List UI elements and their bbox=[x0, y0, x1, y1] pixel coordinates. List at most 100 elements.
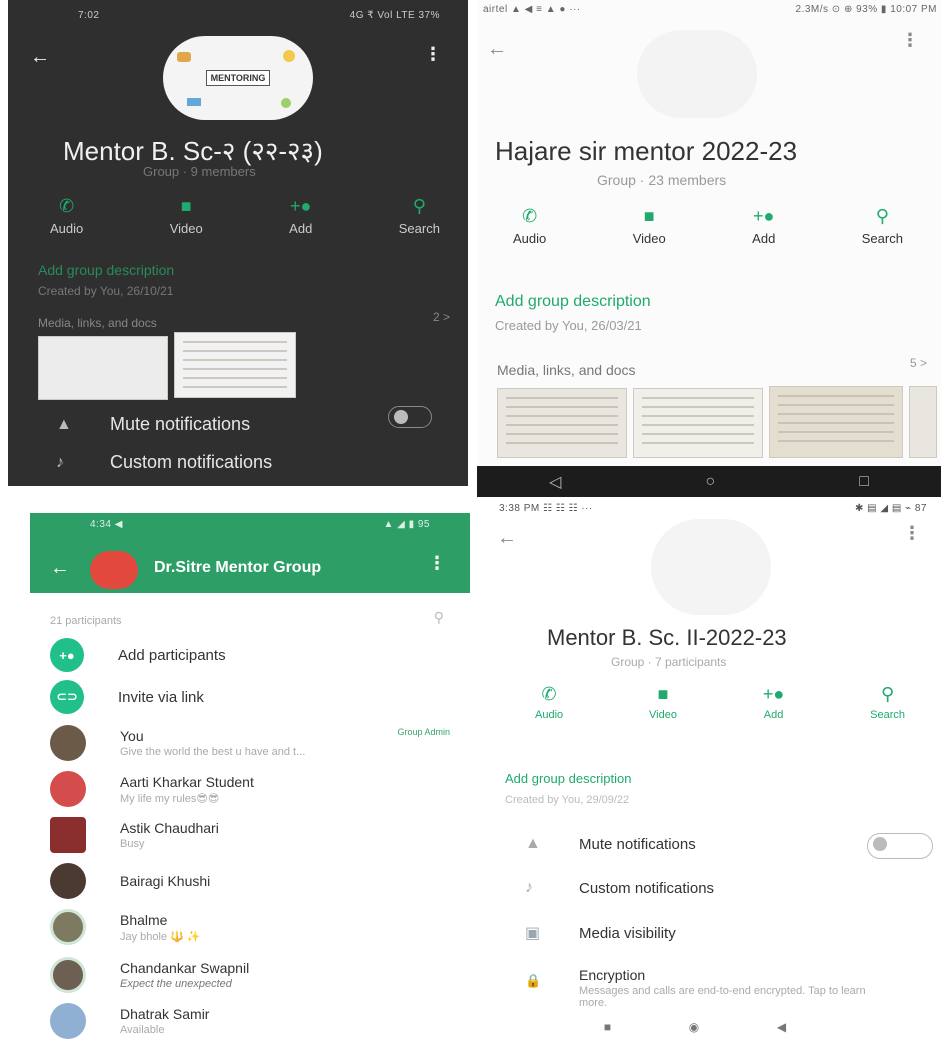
nav-recents-icon[interactable]: ■ bbox=[604, 1020, 611, 1034]
kebab-menu-icon[interactable]: ⋮ bbox=[903, 523, 921, 544]
android-nav-bar: ◁ ○ □ bbox=[477, 466, 941, 497]
invite-link-row[interactable]: ⊂⊃ Invite via link bbox=[50, 677, 450, 717]
video-call-button[interactable]: ■ Video bbox=[633, 205, 666, 247]
media-thumbnail[interactable] bbox=[909, 386, 937, 458]
search-icon: ⚲ bbox=[412, 195, 426, 216]
media-thumbnail[interactable] bbox=[38, 336, 168, 400]
participant-row[interactable]: Chandankar Swapnil Expect the unexpected bbox=[50, 955, 450, 995]
participant-row[interactable]: You Give the world the best u have and t.… bbox=[50, 723, 450, 763]
back-arrow-icon[interactable]: ← bbox=[487, 38, 507, 61]
status-left: airtel ▲ ◀ ≡ ▲ ● ··· bbox=[483, 4, 581, 15]
avatar[interactable] bbox=[50, 1003, 86, 1039]
nav-recents-icon[interactable]: □ bbox=[859, 473, 869, 491]
bell-icon: ▲ bbox=[56, 415, 72, 433]
group-subtitle: Group · 23 members bbox=[597, 172, 727, 188]
add-member-button[interactable]: +● Add bbox=[752, 205, 775, 247]
avatar[interactable] bbox=[50, 863, 86, 899]
participant-row[interactable]: Dhatrak Samir Available bbox=[50, 1001, 450, 1041]
media-thumbnail[interactable] bbox=[497, 388, 627, 458]
media-count[interactable]: 2 > bbox=[433, 310, 450, 324]
kebab-menu-icon[interactable]: ⋮ bbox=[901, 30, 919, 51]
created-by: Created by You, 26/03/21 bbox=[495, 318, 642, 333]
nav-back-icon[interactable]: ◀ bbox=[777, 1020, 786, 1034]
nav-back-icon[interactable]: ◁ bbox=[549, 472, 561, 492]
back-arrow-icon[interactable]: ← bbox=[50, 557, 70, 580]
mute-toggle[interactable] bbox=[388, 406, 432, 428]
search-button[interactable]: ⚲ Search bbox=[399, 195, 440, 237]
avatar[interactable] bbox=[50, 725, 86, 761]
back-arrow-icon[interactable]: ← bbox=[497, 527, 517, 550]
music-note-icon: ♪ bbox=[525, 879, 533, 896]
custom-notifications-row[interactable]: ♪ Custom notifications bbox=[525, 879, 845, 897]
group-avatar[interactable] bbox=[90, 551, 138, 589]
created-by: Created by You, 29/09/22 bbox=[505, 794, 630, 806]
encryption-row[interactable]: 🔒 Encryption Messages and calls are end-… bbox=[525, 967, 905, 1009]
status-right: 2.3M/s ⊙ ⊕ 93% ▮ 10:07 PM bbox=[795, 4, 937, 15]
audio-call-button[interactable]: ✆ Audio bbox=[535, 683, 563, 722]
media-thumbnail[interactable] bbox=[633, 388, 763, 458]
add-participants-row[interactable]: +● Add participants bbox=[50, 635, 450, 675]
video-icon: ■ bbox=[643, 205, 655, 226]
participant-row[interactable]: Bairagi Khushi bbox=[50, 861, 450, 901]
action-bar: ✆ Audio ■ Video +● Add ⚲ Search bbox=[535, 683, 905, 722]
mute-toggle[interactable] bbox=[867, 833, 933, 859]
search-icon: ⚲ bbox=[875, 205, 889, 226]
group-info-panel-dark: 7:02 4G ₹ Vol LTE 37% ← ⋮ MENTORING Ment… bbox=[8, 0, 468, 486]
back-arrow-icon[interactable]: ← bbox=[30, 46, 50, 69]
custom-notifications-row[interactable]: ♪ Custom notifications bbox=[56, 452, 436, 473]
media-visibility-row[interactable]: ▣ Media visibility bbox=[525, 923, 845, 943]
media-section-label: Media, links, and docs bbox=[38, 316, 157, 330]
media-thumbnail[interactable] bbox=[174, 332, 296, 398]
group-title: Mentor B. Sc. II-2022-23 bbox=[547, 625, 787, 650]
video-call-button[interactable]: ■ Video bbox=[170, 195, 203, 237]
group-info-panel-light-2: 3:38 PM ☷ ☷ ☷ ··· ✱ ▤ ◢ ▤ ⌁ 87 ← ⋮ Mento… bbox=[485, 497, 941, 1044]
video-icon: ■ bbox=[180, 195, 192, 216]
group-subtitle: Group · 9 members bbox=[143, 164, 256, 179]
video-icon: ■ bbox=[657, 683, 669, 704]
status-left: 4:34 ◀ bbox=[90, 519, 123, 530]
media-count[interactable]: 5 > bbox=[910, 356, 927, 370]
status-right: ✱ ▤ ◢ ▤ ⌁ 87 bbox=[854, 503, 927, 514]
nav-home-icon[interactable]: ○ bbox=[705, 473, 715, 491]
mute-notifications-row[interactable]: ▲ Mute notifications bbox=[56, 414, 436, 435]
group-subtitle: Group · 7 participants bbox=[611, 655, 727, 669]
search-icon: ⚲ bbox=[880, 683, 895, 704]
participant-row[interactable]: Aarti Kharkar Student My life my rules😎😎 bbox=[50, 769, 450, 809]
add-description-link[interactable]: Add group description bbox=[495, 293, 651, 311]
lock-icon: 🔒 bbox=[525, 973, 542, 988]
group-title: Hajare sir mentor 2022-23 bbox=[495, 136, 798, 166]
group-info-panel-light: airtel ▲ ◀ ≡ ▲ ● ··· 2.3M/s ⊙ ⊕ 93% ▮ 10… bbox=[477, 0, 941, 497]
add-user-icon: +● bbox=[290, 195, 312, 216]
audio-call-button[interactable]: ✆ Audio bbox=[513, 205, 546, 247]
kebab-menu-icon[interactable]: ⋮ bbox=[428, 553, 446, 574]
avatar[interactable] bbox=[50, 909, 86, 945]
participant-row[interactable]: Astik Chaudhari Busy bbox=[50, 815, 450, 855]
phone-icon: ✆ bbox=[59, 195, 75, 216]
add-member-button[interactable]: +● Add bbox=[762, 683, 785, 722]
avatar[interactable] bbox=[50, 771, 86, 807]
avatar[interactable] bbox=[50, 957, 86, 993]
search-button[interactable]: ⚲ Search bbox=[862, 205, 903, 247]
add-description-link[interactable]: Add group description bbox=[38, 262, 174, 278]
mute-notifications-row[interactable]: ▲ Mute notifications bbox=[525, 835, 825, 853]
status-time: 7:02 bbox=[78, 10, 100, 21]
action-bar: ✆ Audio ■ Video +● Add ⚲ Search bbox=[513, 205, 903, 247]
audio-call-button[interactable]: ✆ Audio bbox=[50, 195, 83, 237]
group-avatar[interactable]: MENTORING bbox=[163, 36, 313, 120]
group-avatar[interactable] bbox=[651, 519, 771, 615]
phone-icon: ✆ bbox=[522, 205, 538, 226]
search-button[interactable]: ⚲ Search bbox=[870, 683, 905, 722]
kebab-menu-icon[interactable]: ⋮ bbox=[424, 44, 442, 65]
video-call-button[interactable]: ■ Video bbox=[649, 683, 677, 722]
status-left: 3:38 PM ☷ ☷ ☷ ··· bbox=[499, 503, 593, 514]
nav-home-icon[interactable]: ◉ bbox=[689, 1020, 699, 1034]
avatar[interactable] bbox=[50, 817, 86, 853]
media-thumbnail[interactable] bbox=[769, 386, 903, 458]
add-description-link[interactable]: Add group description bbox=[505, 771, 631, 786]
group-avatar[interactable] bbox=[637, 30, 757, 118]
add-user-icon: +● bbox=[762, 683, 785, 704]
add-member-button[interactable]: +● Add bbox=[289, 195, 312, 237]
add-user-icon: +● bbox=[50, 638, 84, 672]
participant-row[interactable]: Bhalme Jay bhole 🔱 ✨ bbox=[50, 907, 450, 947]
search-icon[interactable]: ⚲ bbox=[434, 609, 444, 626]
